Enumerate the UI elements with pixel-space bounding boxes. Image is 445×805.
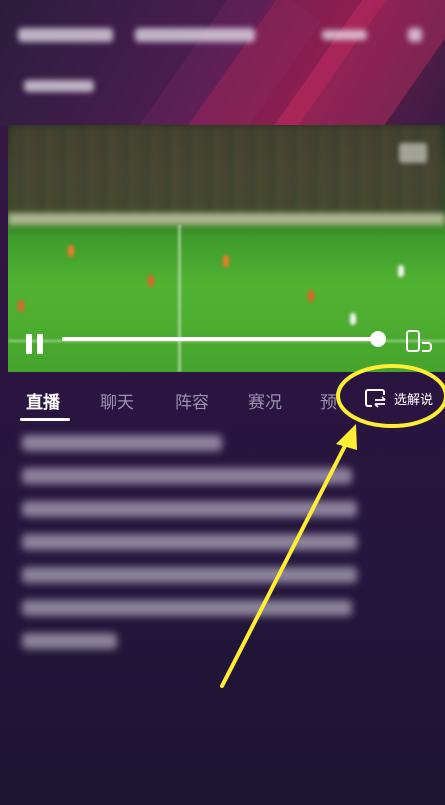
tab-active-indicator [20,418,70,421]
live-text-feed [22,435,382,666]
blurred-text-line [22,600,352,616]
tab-lineup[interactable]: 阵容 [175,388,209,413]
video-player[interactable] [8,125,445,372]
tab-preview[interactable]: 预 [320,388,337,413]
close-icon[interactable] [408,28,422,42]
tab-live[interactable]: 直播 [26,388,60,413]
match-header [0,0,445,125]
blurred-text-line [22,435,222,451]
tab-match-status[interactable]: 赛况 [248,388,282,413]
rotate-screen-icon [406,330,432,352]
ad-board [8,213,445,225]
rotate-screen-button[interactable] [404,328,436,356]
player-figure [18,300,24,312]
blurred-text-line [22,633,117,649]
blurred-subtitle [24,80,94,92]
blurred-text-line [22,501,357,517]
progress-bar[interactable] [62,331,386,347]
pause-button[interactable] [24,332,46,356]
tab-chat[interactable]: 聊天 [100,388,134,413]
broadcast-logo-icon [399,143,427,163]
progress-knob[interactable] [370,331,386,347]
tab-bar: 直播 聊天 阵容 赛况 预 选解说 [0,372,445,422]
app-root: 直播 聊天 阵容 赛况 预 选解说 [0,0,445,805]
player-figure [68,245,74,257]
pause-icon [37,334,43,354]
stadium-crowd [8,125,445,215]
blurred-title [135,28,255,42]
blurred-text-line [22,534,357,550]
blurred-logo [18,28,113,42]
player-figure [148,275,154,287]
player-figure [308,290,314,302]
select-commentary-label: 选解说 [394,392,434,408]
blurred-text-line [22,567,357,583]
select-commentary-button[interactable]: 选解说 [364,386,433,410]
blurred-status [322,30,367,40]
commentary-switch-icon [365,389,386,408]
player-figure [350,313,356,325]
player-figure [398,265,404,277]
pause-icon [26,334,32,354]
player-figure [223,255,229,267]
blurred-text-line [22,468,352,484]
pitch-line [178,225,181,372]
